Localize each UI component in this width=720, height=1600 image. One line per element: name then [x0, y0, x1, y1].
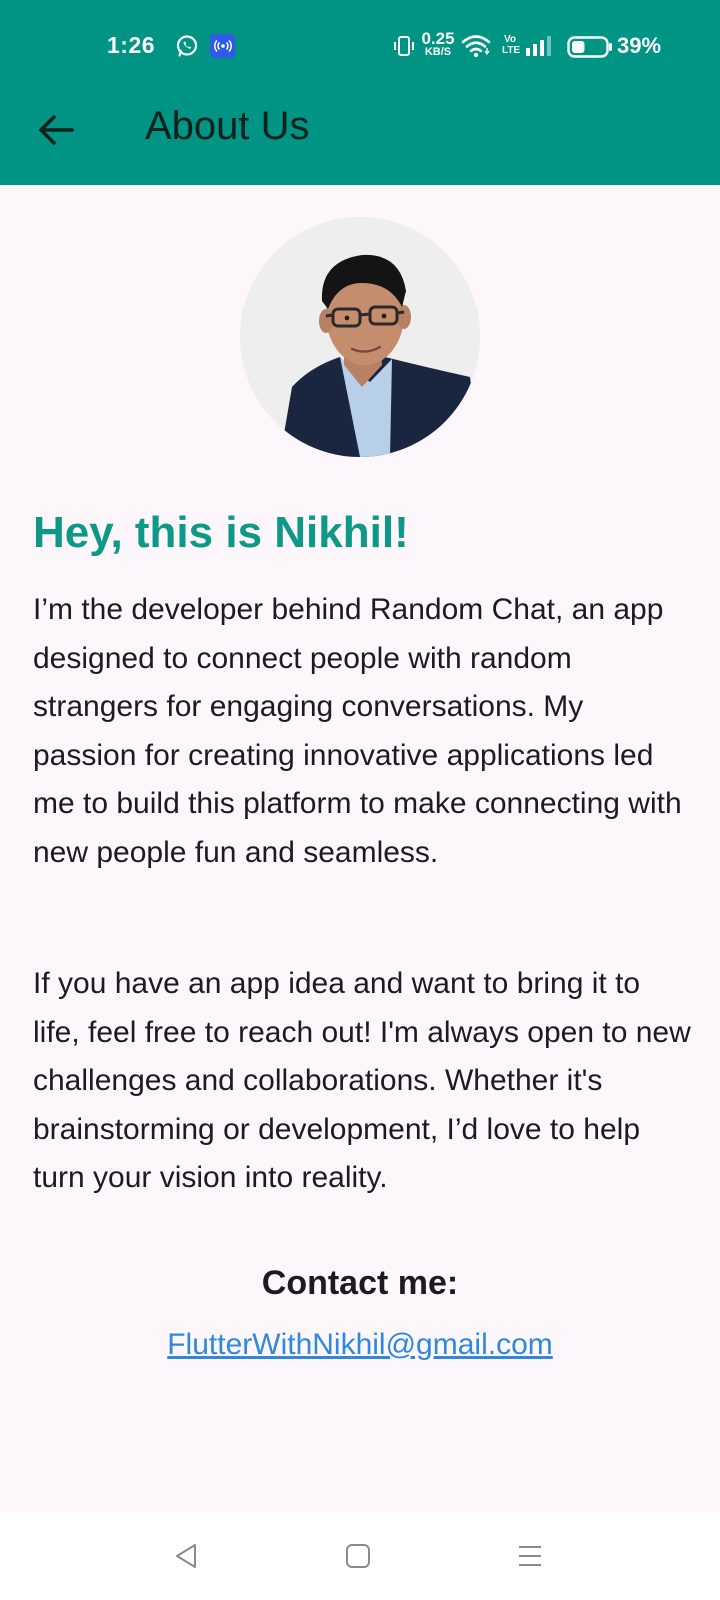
arrow-left-icon [39, 115, 74, 145]
contact-label: Contact me: [261, 1264, 459, 1302]
vibrate-icon [394, 36, 414, 56]
profile-avatar [240, 217, 480, 457]
about-paragraph-2: If you have an app idea and want to brin… [33, 967, 691, 1194]
network-speed: 0.25 KB/S [421, 29, 455, 58]
app-header: 1:26 0.25 KB/S Vo LTE 39% About Us [0, 0, 720, 185]
greeting-heading: Hey, this is Nikhil! [33, 508, 409, 557]
nav-recents-icon [519, 1546, 541, 1566]
about-paragraph-1: I’m the developer behind Random Chat, an… [33, 593, 682, 869]
whatsapp-icon [176, 35, 198, 57]
volte-icon: Vo LTE [502, 34, 521, 56]
nav-back-icon [176, 1544, 196, 1568]
system-nav-bar [0, 1512, 720, 1600]
nav-back-button[interactable] [166, 1536, 206, 1576]
battery-icon [567, 36, 612, 58]
nav-home-button[interactable] [338, 1536, 378, 1576]
status-bar: 1:26 0.25 KB/S Vo LTE 39% [0, 0, 720, 92]
contact-email-link[interactable]: FlutterWithNikhil@gmail.com [0, 1328, 720, 1362]
page-title: About Us [145, 104, 310, 148]
nav-recents-button[interactable] [510, 1536, 550, 1576]
wifi-icon [461, 35, 491, 58]
status-time: 1:26 [107, 32, 156, 58]
hotspot-icon [210, 34, 235, 58]
back-button[interactable] [30, 104, 82, 156]
nav-home-icon [346, 1544, 370, 1568]
signal-icon [526, 36, 551, 56]
battery-percent: 39% [617, 33, 662, 58]
